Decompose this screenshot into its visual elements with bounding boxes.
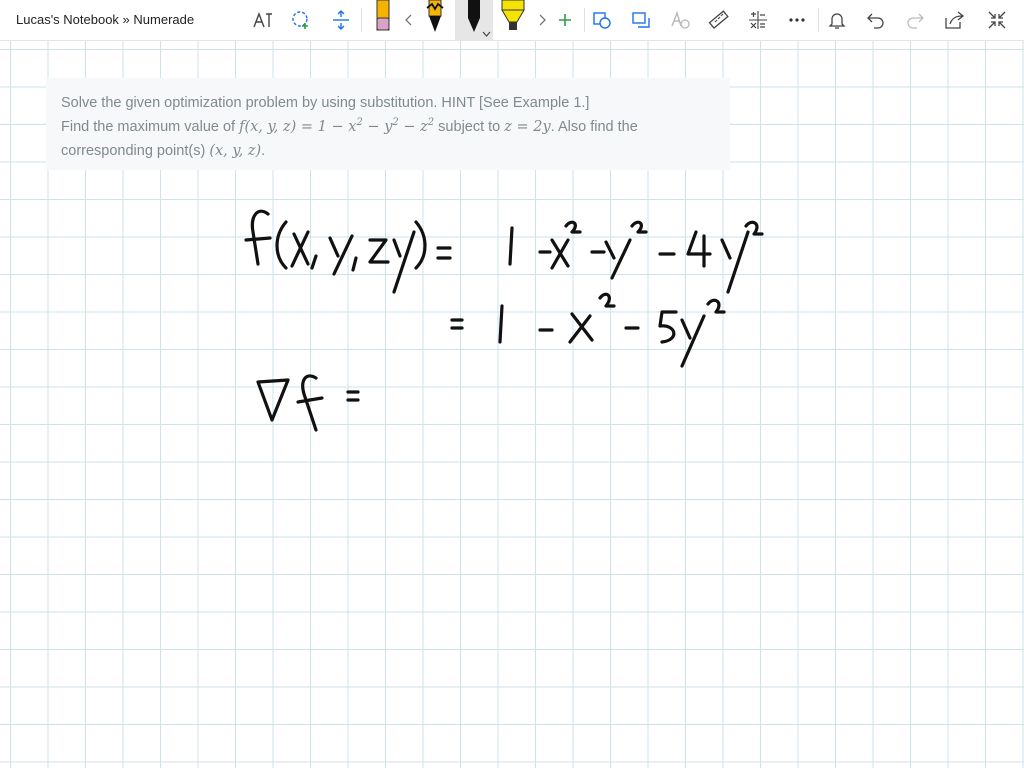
insert-space-button[interactable] — [327, 6, 355, 34]
redo-button[interactable] — [901, 6, 929, 34]
black-pencil[interactable] — [420, 0, 450, 40]
ink-to-shape-icon — [632, 12, 650, 28]
redo-icon — [907, 13, 924, 29]
text-lasso-icon — [253, 12, 272, 28]
chevron-right-icon — [539, 14, 546, 26]
notebook-title: Lucas's Notebook » Numerade — [16, 12, 195, 27]
math-point: (x, y, z) — [209, 143, 262, 159]
insert-space-icon — [333, 10, 349, 30]
math-function: f(x, y, z) = 1 − x2 − y2 − z2 — [239, 117, 435, 135]
problem-line-3: corresponding point(s) (x, y, z). — [61, 143, 266, 159]
undo-icon — [867, 13, 884, 29]
undo-button[interactable] — [862, 6, 890, 34]
problem-line-1: Solve the given optimization problem by … — [61, 95, 590, 111]
pen-icon — [468, 0, 480, 32]
black-pen-selected[interactable] — [455, 0, 493, 40]
fullscreen-button[interactable] — [983, 6, 1011, 34]
bell-icon — [828, 13, 846, 29]
lasso-select-button[interactable] — [287, 6, 315, 34]
pencil-icon — [426, 0, 444, 32]
ruler-button[interactable] — [705, 6, 733, 34]
toolbar-divider — [584, 8, 585, 32]
lasso-plus-icon — [292, 11, 308, 29]
share-button[interactable] — [941, 6, 969, 34]
ruler-icon — [708, 10, 729, 29]
yellow-highlighter[interactable] — [498, 0, 528, 40]
shapes-button[interactable] — [588, 6, 616, 34]
problem-statement: Solve the given optimization problem by … — [46, 78, 730, 170]
chevron-left-icon — [405, 14, 412, 26]
add-pen-button[interactable] — [551, 6, 579, 34]
pink-pen[interactable] — [368, 0, 398, 40]
more-options-button[interactable] — [783, 6, 811, 34]
toolbar-divider — [818, 8, 819, 32]
toolbar-divider — [361, 8, 362, 32]
ribbon-toolbar: Lucas's Notebook » Numerade — [0, 0, 1024, 41]
math-symbols-icon — [749, 11, 767, 29]
notifications-button[interactable] — [823, 6, 851, 34]
share-icon — [945, 11, 965, 29]
math-button[interactable] — [744, 6, 772, 34]
more-dots-icon — [789, 18, 805, 22]
problem-line-2: Find the maximum value of f(x, y, z) = 1… — [61, 117, 638, 135]
ink-to-math-icon — [671, 10, 690, 29]
ink-to-math-button[interactable] — [666, 6, 694, 34]
highlighter-icon — [501, 0, 525, 30]
collapse-arrows-icon — [988, 11, 1006, 29]
pen-icon — [376, 0, 390, 31]
shapes-icon — [593, 12, 611, 29]
plus-icon — [559, 14, 571, 26]
math-constraint: z = 2y — [504, 119, 551, 135]
chevron-down-icon — [482, 31, 491, 37]
lasso-text-button[interactable] — [248, 6, 276, 34]
scroll-pens-left-button[interactable] — [395, 6, 423, 34]
ink-to-shape-button[interactable] — [627, 6, 655, 34]
